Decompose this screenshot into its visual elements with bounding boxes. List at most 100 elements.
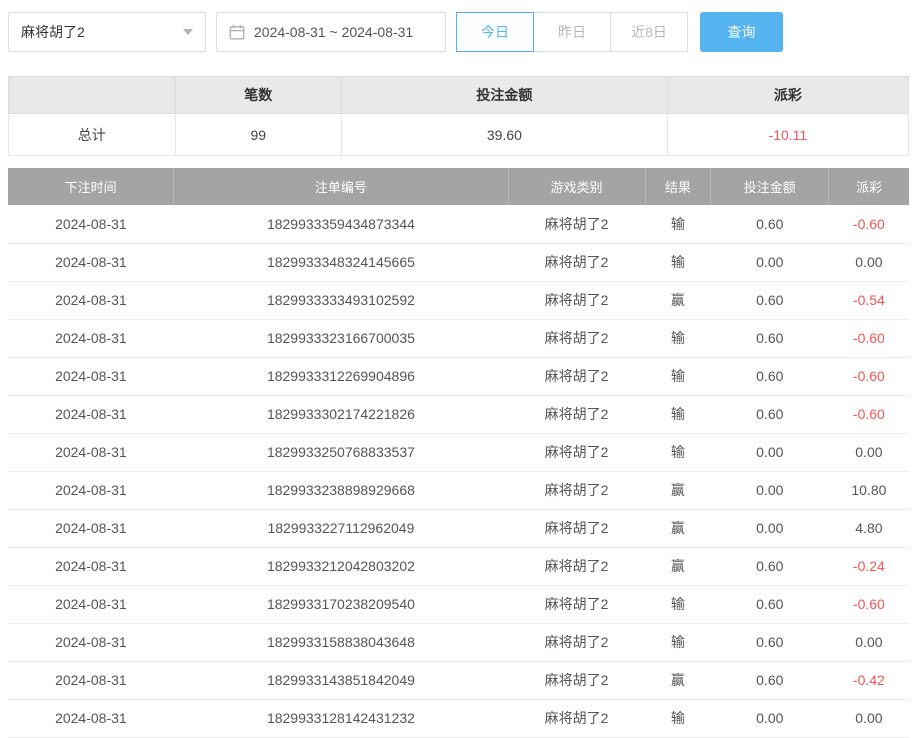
- table-row: 2024-08-311829933333493102592麻将胡了2赢0.60-…: [8, 281, 909, 319]
- table-row: 2024-08-311829933323166700035麻将胡了2输0.60-…: [8, 319, 909, 357]
- result-cell: 输: [645, 205, 711, 243]
- summary-count-value: 99: [175, 114, 342, 156]
- summary-header-payout: 派彩: [667, 77, 908, 114]
- game-cell: 麻将胡了2: [508, 509, 645, 547]
- header-result: 结果: [645, 168, 711, 205]
- betting-records-page: 麻将胡了2 2024-08-31 ~ 2024-08-31 今日 昨日 近8日 …: [0, 0, 917, 738]
- time-cell: 2024-08-31: [8, 509, 174, 547]
- bet-table: 下注时间 注单编号 游戏类别 结果 投注金额 派彩 2024-08-311829…: [8, 168, 909, 738]
- amount-cell: 0.00: [711, 699, 829, 737]
- header-time: 下注时间: [8, 168, 174, 205]
- time-cell: 2024-08-31: [8, 205, 174, 243]
- game-cell: 麻将胡了2: [508, 585, 645, 623]
- amount-cell: 0.60: [711, 547, 829, 585]
- game-cell: 麻将胡了2: [508, 547, 645, 585]
- table-row: 2024-08-311829933238898929668麻将胡了2赢0.001…: [8, 471, 909, 509]
- amount-cell: 0.60: [711, 585, 829, 623]
- amount-cell: 0.60: [711, 661, 829, 699]
- game-cell: 麻将胡了2: [508, 243, 645, 281]
- payout-cell: -0.54: [829, 281, 909, 319]
- bet-id-cell: 1829933212042803202: [174, 547, 508, 585]
- summary-header-blank: [9, 77, 176, 114]
- bet-id-cell: 1829933312269904896: [174, 357, 508, 395]
- toolbar: 麻将胡了2 2024-08-31 ~ 2024-08-31 今日 昨日 近8日 …: [0, 0, 917, 52]
- amount-cell: 0.60: [711, 205, 829, 243]
- time-cell: 2024-08-31: [8, 623, 174, 661]
- bet-id-cell: 1829933250768833537: [174, 433, 508, 471]
- bet-id-cell: 1829933323166700035: [174, 319, 508, 357]
- summary-total-label: 总计: [9, 114, 176, 156]
- summary-table: 笔数 投注金额 派彩 总计 99 39.60 -10.11: [8, 76, 909, 156]
- table-row: 2024-08-311829933227112962049麻将胡了2赢0.004…: [8, 509, 909, 547]
- amount-cell: 0.60: [711, 357, 829, 395]
- result-cell: 赢: [645, 471, 711, 509]
- payout-cell: 0.00: [829, 623, 909, 661]
- payout-cell: 4.80: [829, 509, 909, 547]
- result-cell: 赢: [645, 661, 711, 699]
- bet-table-header-row: 下注时间 注单编号 游戏类别 结果 投注金额 派彩: [8, 168, 909, 205]
- table-row: 2024-08-311829933312269904896麻将胡了2输0.60-…: [8, 357, 909, 395]
- result-cell: 赢: [645, 547, 711, 585]
- bet-id-cell: 1829933158838043648: [174, 623, 508, 661]
- bet-id-cell: 1829933302174221826: [174, 395, 508, 433]
- time-cell: 2024-08-31: [8, 319, 174, 357]
- amount-cell: 0.00: [711, 471, 829, 509]
- summary-header-bet-amount: 投注金额: [342, 77, 668, 114]
- result-cell: 输: [645, 319, 711, 357]
- calendar-icon: [229, 24, 245, 40]
- payout-cell: -0.60: [829, 205, 909, 243]
- bet-id-cell: 1829933128142431232: [174, 699, 508, 737]
- table-row: 2024-08-311829933158838043648麻将胡了2输0.600…: [8, 623, 909, 661]
- time-cell: 2024-08-31: [8, 661, 174, 699]
- game-cell: 麻将胡了2: [508, 623, 645, 661]
- time-cell: 2024-08-31: [8, 471, 174, 509]
- table-row: 2024-08-311829933359434873344麻将胡了2输0.60-…: [8, 205, 909, 243]
- payout-cell: -0.42: [829, 661, 909, 699]
- query-button[interactable]: 查询: [700, 12, 783, 52]
- result-cell: 输: [645, 623, 711, 661]
- last-8-days-button[interactable]: 近8日: [610, 12, 688, 52]
- quick-range-buttons: 今日 昨日 近8日: [456, 12, 688, 52]
- game-cell: 麻将胡了2: [508, 319, 645, 357]
- summary-payout-value: -10.11: [667, 114, 908, 156]
- table-row: 2024-08-311829933128142431232麻将胡了2输0.000…: [8, 699, 909, 737]
- yesterday-button[interactable]: 昨日: [533, 12, 611, 52]
- date-range-picker[interactable]: 2024-08-31 ~ 2024-08-31: [216, 12, 446, 52]
- bet-id-cell: 1829933238898929668: [174, 471, 508, 509]
- bet-id-cell: 1829933348324145665: [174, 243, 508, 281]
- amount-cell: 0.00: [711, 509, 829, 547]
- chevron-down-icon: [183, 29, 193, 35]
- time-cell: 2024-08-31: [8, 547, 174, 585]
- time-cell: 2024-08-31: [8, 281, 174, 319]
- time-cell: 2024-08-31: [8, 395, 174, 433]
- time-cell: 2024-08-31: [8, 357, 174, 395]
- payout-cell: 10.80: [829, 471, 909, 509]
- game-cell: 麻将胡了2: [508, 281, 645, 319]
- payout-cell: -0.24: [829, 547, 909, 585]
- payout-cell: -0.60: [829, 585, 909, 623]
- amount-cell: 0.00: [711, 243, 829, 281]
- result-cell: 输: [645, 395, 711, 433]
- header-payout: 派彩: [829, 168, 909, 205]
- bet-id-cell: 1829933143851842049: [174, 661, 508, 699]
- result-cell: 输: [645, 433, 711, 471]
- result-cell: 输: [645, 699, 711, 737]
- table-row: 2024-08-311829933212042803202麻将胡了2赢0.60-…: [8, 547, 909, 585]
- game-cell: 麻将胡了2: [508, 661, 645, 699]
- today-button[interactable]: 今日: [456, 12, 534, 52]
- game-select[interactable]: 麻将胡了2: [8, 12, 206, 52]
- amount-cell: 0.60: [711, 395, 829, 433]
- amount-cell: 0.00: [711, 433, 829, 471]
- payout-cell: 0.00: [829, 433, 909, 471]
- header-game: 游戏类别: [508, 168, 645, 205]
- result-cell: 输: [645, 243, 711, 281]
- payout-cell: -0.60: [829, 395, 909, 433]
- game-cell: 麻将胡了2: [508, 357, 645, 395]
- payout-cell: -0.60: [829, 319, 909, 357]
- game-cell: 麻将胡了2: [508, 471, 645, 509]
- table-row: 2024-08-311829933143851842049麻将胡了2赢0.60-…: [8, 661, 909, 699]
- payout-cell: 0.00: [829, 699, 909, 737]
- time-cell: 2024-08-31: [8, 699, 174, 737]
- time-cell: 2024-08-31: [8, 585, 174, 623]
- table-row: 2024-08-311829933302174221826麻将胡了2输0.60-…: [8, 395, 909, 433]
